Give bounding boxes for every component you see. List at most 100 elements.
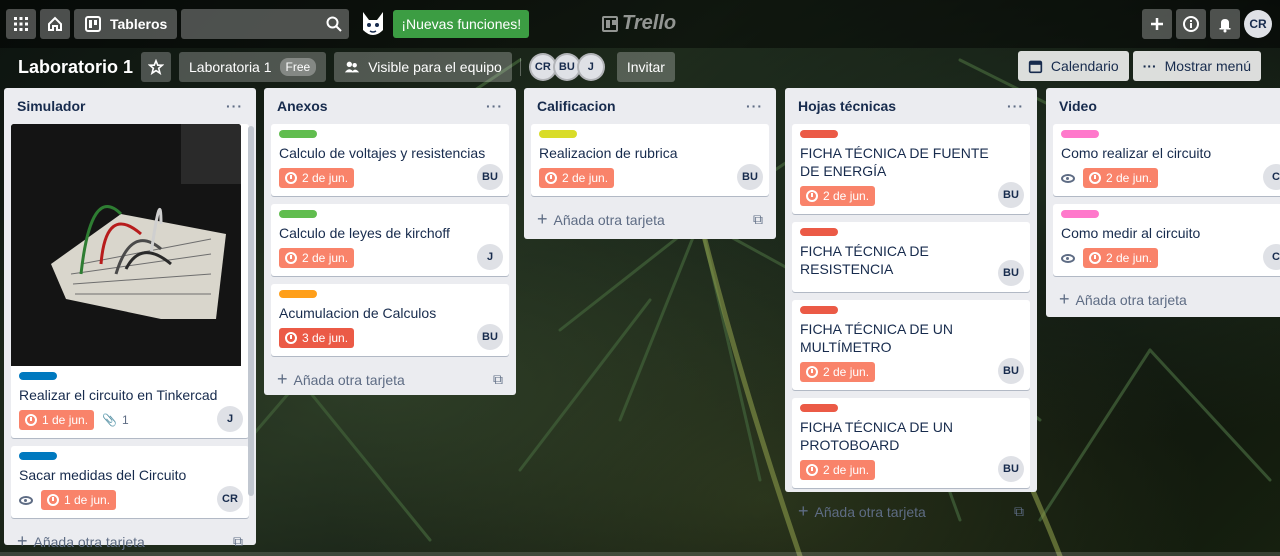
card-label[interactable] — [800, 130, 838, 138]
card-badges: 3 de jun. — [279, 326, 501, 350]
card-member-avatar[interactable]: BU — [998, 182, 1024, 208]
list-menu-button[interactable]: ··· — [486, 98, 503, 114]
due-date-badge[interactable]: 2 de jun. — [800, 186, 876, 206]
card[interactable]: FICHA TÉCNICA DE UN PROTOBOARD 2 de jun.… — [792, 398, 1030, 488]
due-date-badge[interactable]: 2 de jun. — [279, 168, 355, 188]
add-card-button[interactable]: + Añada otra tarjeta ⧉ — [792, 496, 1030, 526]
due-date-badge[interactable]: 2 de jun. — [800, 460, 876, 480]
add-card-button[interactable]: + Añada otra tarjeta ⧉ — [271, 364, 509, 394]
list-title[interactable]: Hojas técnicas — [798, 98, 896, 114]
new-features-button[interactable]: ¡Nuevas funciones! — [393, 10, 530, 38]
list-menu-button[interactable]: ··· — [226, 98, 243, 114]
info-icon — [1183, 16, 1199, 32]
template-icon[interactable]: ⧉ — [753, 211, 763, 228]
card-member-avatar[interactable]: BU — [477, 164, 503, 190]
due-date-badge[interactable]: 3 de jun. — [279, 328, 355, 348]
card-member-avatar[interactable]: J — [477, 244, 503, 270]
bell-icon — [1219, 19, 1231, 33]
list-menu-button[interactable]: ··· — [746, 98, 763, 114]
card-member-avatar[interactable]: BU — [998, 358, 1024, 384]
grid-icon — [14, 17, 28, 31]
card-label[interactable] — [800, 228, 838, 236]
card-title: FICHA TÉCNICA DE UN MULTÍMETRO — [800, 321, 953, 355]
list-scrollbar[interactable] — [248, 126, 254, 496]
clock-icon — [1089, 252, 1101, 264]
card-label[interactable] — [279, 290, 317, 298]
card-label[interactable] — [1061, 210, 1099, 218]
card-label[interactable] — [539, 130, 577, 138]
apps-grid-button[interactable] — [6, 9, 36, 39]
card-badges: 2 de jun. — [800, 458, 1022, 482]
due-date-badge[interactable]: 2 de jun. — [800, 362, 876, 382]
card-member-avatar[interactable]: BU — [477, 324, 503, 350]
board-horizontal-scrollbar[interactable] — [0, 552, 1280, 556]
clock-icon — [285, 332, 297, 344]
clock-icon — [1089, 172, 1101, 184]
card[interactable]: Acumulacion de Calculos 3 de jun. BU — [271, 284, 509, 356]
calendar-label: Calendario — [1050, 58, 1119, 74]
star-button[interactable] — [141, 52, 172, 82]
info-button[interactable] — [1176, 9, 1206, 39]
calendar-button[interactable]: Calendario — [1017, 51, 1129, 81]
board-title[interactable]: Laboratorio 1 — [10, 57, 141, 78]
card-title: FICHA TÉCNICA DE RESISTENCIA — [800, 243, 929, 277]
plus-icon: + — [17, 530, 28, 551]
card-member-avatar[interactable]: BU — [998, 456, 1024, 482]
add-card-label: Añada otra tarjeta — [293, 371, 405, 388]
due-date-badge[interactable]: 1 de jun. — [41, 490, 117, 510]
workspace-button[interactable]: Laboratoria 1 Free — [179, 52, 327, 82]
card-label[interactable] — [19, 372, 57, 380]
add-card-button[interactable]: + Añada otra tarjeta — [1053, 284, 1273, 314]
notifications-button[interactable] — [1210, 9, 1240, 39]
template-icon[interactable]: ⧉ — [1014, 503, 1024, 520]
template-icon[interactable]: ⧉ — [233, 533, 243, 550]
plus-icon — [1151, 18, 1163, 30]
due-date-badge[interactable]: 1 de jun. — [19, 410, 95, 430]
card[interactable]: FICHA TÉCNICA DE RESISTENCIA BU — [792, 222, 1030, 292]
card-label[interactable] — [19, 452, 57, 460]
card-label[interactable] — [1061, 130, 1099, 138]
card-label[interactable] — [800, 404, 838, 412]
card-label[interactable] — [279, 210, 317, 218]
due-date-badge[interactable]: 2 de jun. — [539, 168, 615, 188]
list-title[interactable]: Calificacion — [537, 98, 616, 114]
card[interactable]: Como medir al circuito 2 de jun. C — [1053, 204, 1280, 276]
list-video: Video Como realizar el circuito 2 de jun… — [1046, 88, 1280, 317]
list-title[interactable]: Video — [1059, 98, 1097, 114]
card-label[interactable] — [800, 306, 838, 314]
card[interactable]: FICHA TÉCNICA DE UN MULTÍMETRO 2 de jun.… — [792, 300, 1030, 390]
card[interactable]: Realizar el circuito en Tinkercad 1 de j… — [11, 124, 249, 438]
card-member-avatar[interactable]: BU — [737, 164, 763, 190]
home-button[interactable] — [40, 9, 70, 39]
member-avatar[interactable]: J — [576, 53, 605, 81]
trello-logo: Trello — [602, 12, 676, 35]
card[interactable]: FICHA TÉCNICA DE FUENTE DE ENERGÍA 2 de … — [792, 124, 1030, 214]
list-header: Simulador ··· — [11, 88, 249, 124]
card[interactable]: Calculo de leyes de kirchoff 2 de jun. J — [271, 204, 509, 276]
search-input[interactable] — [181, 9, 350, 39]
due-date-badge[interactable]: 2 de jun. — [1083, 248, 1159, 268]
card[interactable]: Calculo de voltajes y resistencias 2 de … — [271, 124, 509, 196]
list-menu-button[interactable]: ··· — [1007, 98, 1024, 114]
card[interactable]: Realizacion de rubrica 2 de jun. BU — [531, 124, 769, 196]
list-title[interactable]: Simulador — [17, 98, 85, 114]
card-label[interactable] — [279, 130, 317, 138]
show-menu-button[interactable]: ··· Mostrar menú — [1132, 51, 1261, 81]
invite-button[interactable]: Invitar — [616, 52, 675, 82]
card-member-avatar[interactable]: BU — [998, 260, 1024, 286]
due-date-badge[interactable]: 2 de jun. — [279, 248, 355, 268]
card-member-avatar[interactable]: CR — [217, 486, 243, 512]
show-menu-label: Mostrar menú — [1164, 58, 1251, 74]
visibility-button[interactable]: Visible para el equipo — [334, 52, 512, 82]
add-card-button[interactable]: + Añada otra tarjeta ⧉ — [531, 204, 769, 234]
mascot-icon — [363, 12, 384, 35]
user-avatar[interactable]: CR — [1244, 10, 1272, 38]
boards-button[interactable]: Tableros — [74, 9, 178, 39]
card[interactable]: Sacar medidas del Circuito 1 de jun. CR — [11, 446, 249, 518]
create-button[interactable] — [1142, 9, 1172, 39]
template-icon[interactable]: ⧉ — [493, 371, 503, 388]
due-date-badge[interactable]: 2 de jun. — [1083, 168, 1159, 188]
card-member-avatar[interactable]: J — [217, 406, 243, 432]
list-title[interactable]: Anexos — [277, 98, 328, 114]
card[interactable]: Como realizar el circuito 2 de jun. C — [1053, 124, 1280, 196]
